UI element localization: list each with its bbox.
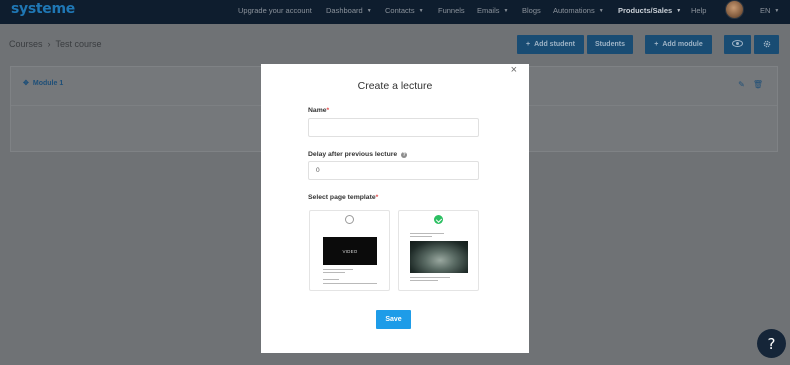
- close-icon[interactable]: ×: [511, 64, 517, 76]
- nav-emails[interactable]: Emails ▼: [477, 6, 508, 15]
- breadcrumb: Courses › Test course: [9, 39, 102, 49]
- radio-unchecked[interactable]: [345, 215, 354, 224]
- thumb-text-line: [323, 272, 345, 273]
- top-navbar: systeme Upgrade your account Dashboard ▼ …: [0, 0, 790, 24]
- nav-automations[interactable]: Automations ▼: [553, 6, 604, 15]
- nav-blogs[interactable]: Blogs: [522, 6, 541, 15]
- plus-icon: +: [654, 41, 659, 48]
- add-student-button[interactable]: + Add student: [517, 35, 584, 54]
- video-thumbnail: VIDEO: [323, 237, 377, 265]
- image-template-option[interactable]: [398, 210, 479, 291]
- pencil-icon[interactable]: ✎: [738, 80, 745, 89]
- help-icon[interactable]: ?: [401, 152, 408, 158]
- chevron-down-icon: ▼: [774, 8, 780, 14]
- chevron-down-icon: ▼: [598, 8, 604, 14]
- nav-products-sales[interactable]: Products/Sales ▼: [618, 6, 681, 15]
- thumb-text-line: [323, 269, 353, 270]
- chevron-down-icon: ▼: [503, 8, 509, 14]
- breadcrumb-current: Test course: [55, 39, 102, 49]
- delay-input[interactable]: [308, 161, 479, 180]
- thumb-text-line: [323, 279, 339, 280]
- image-thumbnail: [410, 241, 468, 273]
- thumb-text-line: [410, 277, 450, 278]
- help-chat-button[interactable]: ?: [757, 329, 786, 358]
- name-label: Name*: [308, 107, 330, 114]
- chevron-down-icon: ▼: [418, 8, 424, 14]
- delay-label: Delay after previous lecture?: [308, 151, 408, 158]
- nav-contacts[interactable]: Contacts ▼: [385, 6, 424, 15]
- systeme-logo[interactable]: systeme: [11, 1, 75, 17]
- thumb-text-line: [410, 233, 444, 234]
- save-button[interactable]: Save: [376, 310, 411, 329]
- name-input[interactable]: [308, 118, 479, 137]
- video-template-option[interactable]: VIDEO: [309, 210, 390, 291]
- students-button[interactable]: Students: [587, 35, 633, 54]
- preview-button[interactable]: [724, 35, 751, 54]
- thumb-text-line: [410, 236, 432, 237]
- create-lecture-modal: × Create a lecture Name* Delay after pre…: [261, 64, 529, 353]
- user-avatar[interactable]: [725, 0, 744, 19]
- settings-button[interactable]: [754, 35, 779, 54]
- drag-arrows-icon[interactable]: ✥: [23, 80, 29, 87]
- chevron-down-icon: ▼: [676, 8, 682, 14]
- gear-icon: [763, 40, 771, 50]
- trash-icon[interactable]: 🗑: [753, 80, 763, 89]
- plus-icon: +: [526, 41, 531, 48]
- language-selector[interactable]: EN ▼: [760, 6, 779, 15]
- modal-title: Create a lecture: [357, 80, 433, 92]
- eye-icon: [732, 40, 743, 49]
- breadcrumb-courses-link[interactable]: Courses: [9, 39, 43, 49]
- add-module-button[interactable]: + Add module: [645, 35, 712, 54]
- module-row[interactable]: ✥ Module 1: [23, 79, 63, 87]
- module-actions: ✎ 🗑: [730, 80, 763, 89]
- nav-help[interactable]: Help: [691, 6, 706, 15]
- nav-upgrade-account[interactable]: Upgrade your account: [238, 6, 312, 15]
- chevron-down-icon: ▼: [366, 8, 372, 14]
- thumb-text-line: [410, 280, 438, 281]
- thumb-text-line: [323, 283, 377, 284]
- checkmark-icon[interactable]: [434, 215, 443, 224]
- breadcrumb-separator: ›: [47, 39, 51, 49]
- nav-funnels[interactable]: Funnels: [438, 6, 465, 15]
- nav-dashboard[interactable]: Dashboard ▼: [326, 6, 372, 15]
- template-label: Select page template*: [308, 194, 379, 201]
